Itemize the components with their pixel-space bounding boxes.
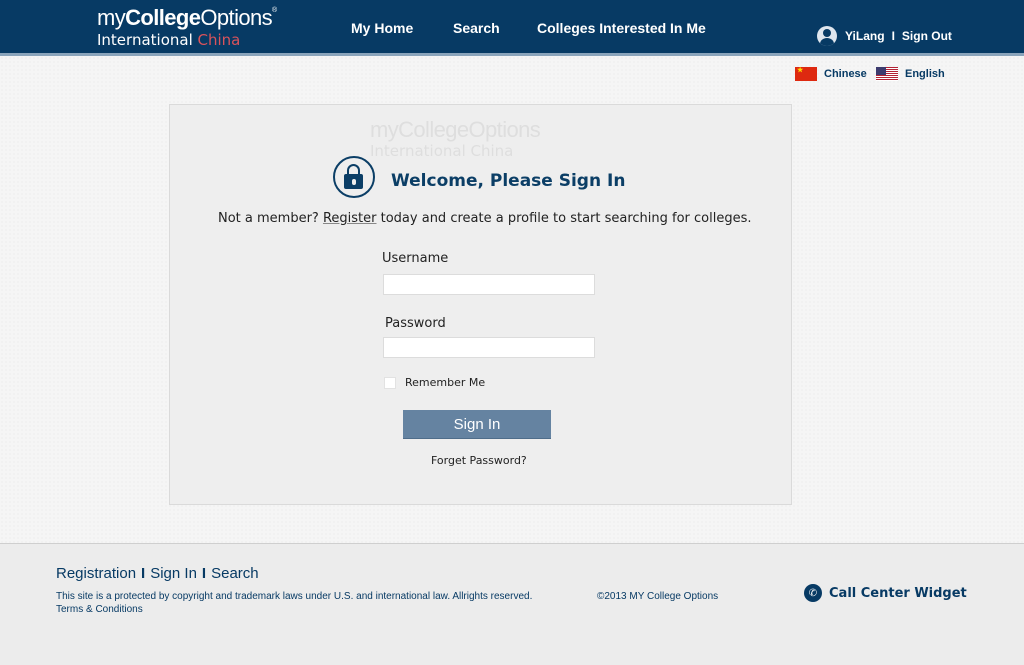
watermark-line2: International China [370,142,514,160]
user-menu: YiLang I Sign Out [817,26,952,46]
footer-links: Registration I Sign In I Search [56,565,259,582]
logo-subtitle: International China [97,33,277,48]
footer-separator: I [201,565,207,582]
copyright-notice: This site is a protected by copyright an… [56,591,533,602]
logo-china: China [197,31,241,49]
logo-registered-mark: ® [272,7,277,14]
lock-icon [333,156,375,198]
call-center-label: Call Center Widget [829,585,967,601]
site-logo[interactable]: myCollegeOptions® International China [97,7,277,48]
sign-out-link[interactable]: Sign Out [902,29,952,43]
nav-my-home[interactable]: My Home [351,0,413,56]
language-chinese-label: Chinese [824,68,867,80]
china-flag-icon: ★ [795,67,817,81]
nav-colleges-interested[interactable]: Colleges Interested In Me [537,0,706,56]
password-label: Password [385,316,446,331]
user-separator: I [891,29,895,43]
footer-registration-link[interactable]: Registration [56,565,136,582]
username-input[interactable] [383,274,595,295]
register-prompt: Not a member? Register today and create … [218,211,752,226]
language-english-label: English [905,68,945,80]
footer-separator: I [141,565,146,582]
language-chinese[interactable]: ★ Chinese [795,67,867,81]
username-link[interactable]: YiLang [845,29,885,43]
remember-me-label[interactable]: Remember Me [405,376,485,389]
intro-prefix: Not a member? [218,211,323,226]
logo-watermark: myCollegeOptions International China [370,117,541,160]
user-avatar-icon[interactable] [817,26,837,46]
nav-search[interactable]: Search [453,0,500,56]
page-title: Welcome, Please Sign In [391,171,626,191]
forgot-password-link[interactable]: Forget Password? [431,454,527,467]
footer: Registration I Sign In I Search This site is… [0,543,1024,665]
us-flag-icon [876,67,898,81]
password-input[interactable] [383,337,595,358]
footer-search-link[interactable]: Search [211,565,259,582]
logo-my: my [97,5,126,30]
top-navigation-bar: myCollegeOptions® International China My… [0,0,1024,56]
phone-icon: ✆ [804,584,822,602]
call-center-widget[interactable]: ✆ Call Center Widget [804,584,967,602]
logo-options: Options [200,5,273,30]
username-label: Username [382,251,449,266]
sign-in-panel: myCollegeOptions International China Wel… [169,104,792,505]
logo-wordmark: myCollegeOptions® [97,7,277,29]
terms-link[interactable]: Terms & Conditions [56,604,143,615]
sign-in-button[interactable]: Sign In [403,410,551,438]
watermark-line1: myCollegeOptions [370,117,541,142]
footer-signin-link[interactable]: Sign In [150,565,197,582]
logo-college: College [125,5,201,30]
intro-suffix: today and create a profile to start sear… [376,211,752,226]
copyright-year: ©2013 MY College Options [597,591,719,602]
logo-international: International [97,31,198,49]
language-english[interactable]: English [876,67,945,81]
remember-me-checkbox[interactable] [384,377,396,389]
register-link[interactable]: Register [323,211,377,226]
